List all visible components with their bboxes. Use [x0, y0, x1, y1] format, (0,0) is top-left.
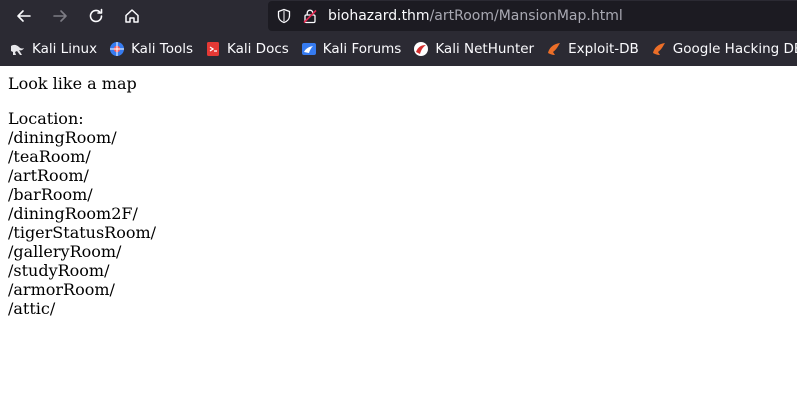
forward-arrow-icon [53, 10, 67, 22]
location-item: /tigerStatusRoom/ [8, 223, 157, 242]
kali-dragon-icon [11, 44, 24, 55]
location-item: /diningRoom2F/ [8, 204, 138, 223]
home-button[interactable] [118, 2, 146, 30]
browser-toolbar: biohazard.thm/artRoom/MansionMap.html [0, 0, 797, 32]
location-item: /attic/ [8, 299, 56, 318]
kali-forums-icon [301, 43, 316, 55]
bookmark-label: Kali Docs [227, 41, 289, 57]
exploit-db-icon [548, 43, 561, 55]
bookmark-exploit-db[interactable]: Exploit-DB [546, 41, 639, 57]
bookmark-label: Kali Forums [322, 41, 402, 57]
location-item: /teaRoom/ [8, 147, 91, 166]
bookmark-label: Kali NetHunter [435, 41, 535, 57]
kali-tools-icon [110, 42, 125, 56]
url-bar[interactable]: biohazard.thm/artRoom/MansionMap.html [268, 1, 797, 31]
location-label: Location: [8, 109, 84, 128]
location-item: /galleryRoom/ [8, 242, 122, 261]
location-list: /diningRoom/ /teaRoom/ /artRoom/ /barRoo… [8, 128, 789, 318]
browser-chrome: biohazard.thm/artRoom/MansionMap.html Ka… [0, 0, 797, 66]
url-path: /artRoom/MansionMap.html [429, 8, 623, 24]
kali-docs-icon [207, 42, 219, 56]
ghdb-icon [652, 43, 665, 55]
bookmark-google-hacking-db[interactable]: Google Hacking DB [651, 41, 797, 57]
location-item: /studyRoom/ [8, 261, 110, 280]
bookmark-kali-nethunter[interactable]: Kali NetHunter [413, 41, 534, 57]
bookmark-kali-tools[interactable]: Kali Tools [109, 41, 193, 57]
bookmark-label: Exploit-DB [568, 41, 639, 57]
reload-button[interactable] [82, 2, 110, 30]
bookmark-label: Kali Tools [131, 41, 193, 57]
back-button[interactable] [10, 2, 38, 30]
url-host: biohazard.thm [328, 8, 430, 24]
location-item: /diningRoom/ [8, 128, 117, 147]
location-item: /artRoom/ [8, 166, 89, 185]
bookmark-label: Google Hacking DB [672, 41, 797, 57]
url-text[interactable]: biohazard.thm/artRoom/MansionMap.html [328, 8, 623, 24]
bookmark-kali-forums[interactable]: Kali Forums [301, 41, 402, 57]
location-item: /armorRoom/ [8, 280, 115, 299]
tracking-protection-shield-icon[interactable] [276, 8, 292, 24]
kali-nethunter-icon [414, 42, 429, 56]
home-icon [125, 9, 139, 23]
bookmark-kali-docs[interactable]: Kali Docs [205, 41, 289, 57]
page-heading: Look like a map [8, 74, 137, 93]
location-item: /barRoom/ [8, 185, 93, 204]
page-content: Look like a map Location: /diningRoom/ /… [0, 66, 797, 318]
bookmarks-toolbar: Kali Linux Kali Tools Kali Docs Kali For… [0, 32, 797, 66]
reload-icon [89, 8, 103, 23]
insecure-lock-icon[interactable] [302, 8, 318, 24]
back-arrow-icon [17, 10, 31, 22]
forward-button[interactable] [46, 2, 74, 30]
bookmark-kali-linux[interactable]: Kali Linux [10, 41, 97, 57]
bookmark-label: Kali Linux [32, 41, 98, 57]
